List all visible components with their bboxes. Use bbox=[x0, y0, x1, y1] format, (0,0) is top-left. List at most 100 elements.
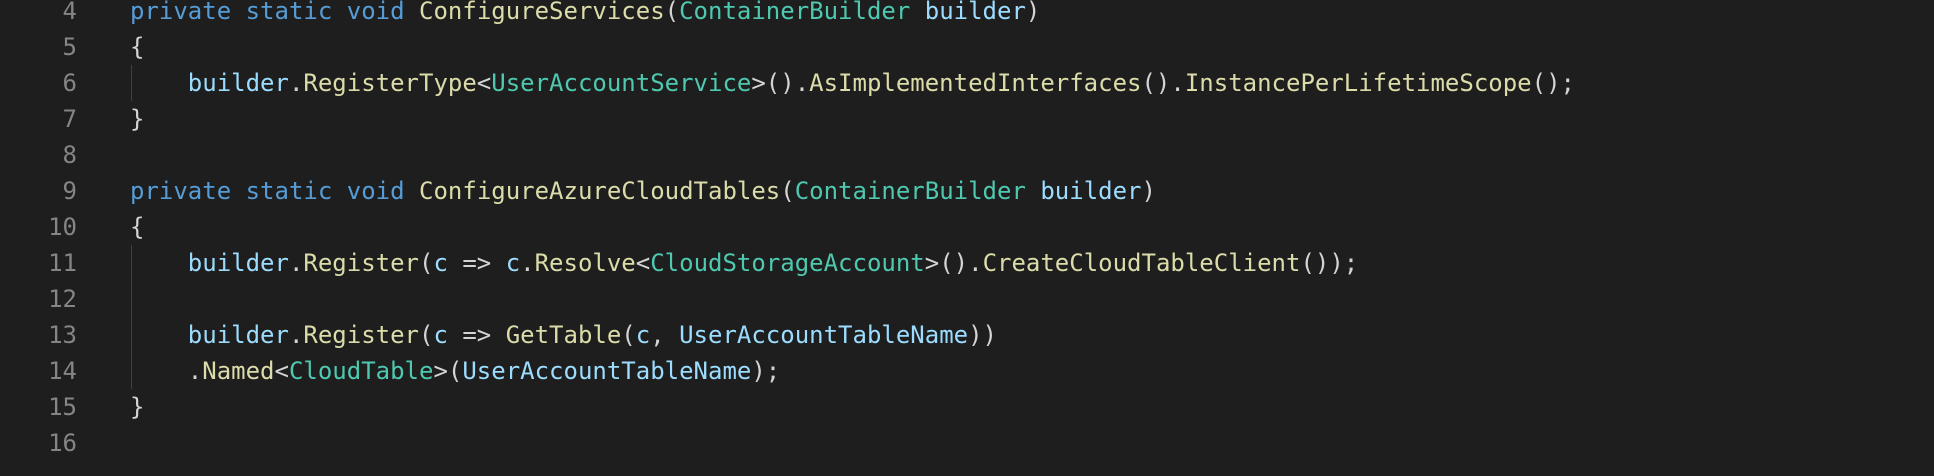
code-token-punct: ()); bbox=[1300, 249, 1359, 277]
code-token-punct: ( bbox=[664, 0, 680, 25]
code-token-punct bbox=[332, 177, 346, 205]
line-number: 10 bbox=[48, 213, 77, 241]
code-token-type: CloudTable bbox=[288, 357, 434, 385]
line-content: builder.Register(c => c.Resolve<CloudSto… bbox=[130, 245, 1358, 281]
code-token-punct: } bbox=[130, 393, 145, 421]
code-token-method: CreateCloudTableClient bbox=[982, 249, 1301, 277]
code-token-punct: (); bbox=[1531, 69, 1575, 97]
code-token-param: builder bbox=[187, 249, 289, 277]
code-token-punct bbox=[231, 0, 245, 25]
code-line[interactable]: 6 builder.RegisterType<UserAccountServic… bbox=[0, 65, 1934, 101]
code-token-punct: )) bbox=[968, 321, 997, 349]
code-line[interactable]: 15} bbox=[0, 389, 1934, 425]
code-token-method: RegisterType bbox=[303, 69, 477, 97]
code-token-keyword: private bbox=[130, 177, 232, 205]
line-content: { bbox=[130, 209, 144, 245]
code-token-type: UserAccountService bbox=[491, 69, 752, 97]
code-token-punct: ( bbox=[621, 321, 636, 349]
code-token-punct: } bbox=[130, 105, 145, 133]
line-number: 6 bbox=[62, 69, 77, 97]
code-line[interactable]: 11 builder.Register(c => c.Resolve<Cloud… bbox=[0, 245, 1934, 281]
code-token-param: UserAccountTableName bbox=[462, 357, 752, 385]
code-token-operator: => bbox=[447, 249, 506, 277]
code-token-punct: < bbox=[274, 357, 289, 385]
code-line[interactable]: 8 bbox=[0, 137, 1934, 173]
code-token-punct bbox=[332, 0, 346, 25]
code-line[interactable]: 10 { bbox=[0, 209, 1934, 245]
line-number: 4 bbox=[62, 0, 77, 25]
code-token-keyword: static bbox=[245, 177, 333, 205]
code-token-param: builder bbox=[1040, 177, 1142, 205]
code-line[interactable]: 9 private static void ConfigureAzureCloud… bbox=[0, 173, 1934, 209]
line-number: 7 bbox=[62, 105, 77, 133]
code-token-punct: (). bbox=[1141, 69, 1185, 97]
line-content: } bbox=[130, 101, 144, 137]
code-token-punct: >( bbox=[433, 357, 463, 385]
code-token-param: builder bbox=[187, 69, 289, 97]
line-number: 5 bbox=[62, 33, 77, 61]
code-line[interactable]: 14 .Named<CloudTable>(UserAccountTableNa… bbox=[0, 353, 1934, 389]
code-token-punct: < bbox=[635, 249, 651, 277]
line-number: 16 bbox=[48, 429, 77, 457]
code-line[interactable]: 4 private static void ConfigureServices(C… bbox=[0, 0, 1934, 29]
code-token-punct bbox=[405, 0, 419, 25]
code-token-keyword: private bbox=[130, 0, 232, 25]
code-token-method: Register bbox=[303, 321, 419, 349]
code-token-keyword: void bbox=[346, 0, 405, 25]
line-number: 14 bbox=[48, 357, 77, 385]
code-token-punct: ( bbox=[419, 249, 434, 277]
code-token-punct bbox=[231, 177, 245, 205]
code-token-punct bbox=[1026, 177, 1040, 205]
code-token-punct: ( bbox=[419, 321, 434, 349]
code-token-method: Register bbox=[303, 249, 419, 277]
code-token-punct: < bbox=[476, 69, 492, 97]
line-number: 11 bbox=[48, 249, 77, 277]
line-number: 15 bbox=[48, 393, 77, 421]
code-token-method: GetTable bbox=[505, 321, 622, 349]
code-token-type: ContainerBuilder bbox=[679, 0, 911, 25]
code-token-punct: ( bbox=[780, 177, 795, 205]
code-token-punct: . bbox=[288, 69, 304, 97]
code-token-punct: { bbox=[130, 213, 145, 241]
code-token-punct: ) bbox=[1025, 0, 1041, 25]
code-token-punct bbox=[130, 69, 188, 97]
line-content: .Named<CloudTable>(UserAccountTableName)… bbox=[130, 353, 780, 389]
code-token-punct: . bbox=[520, 249, 535, 277]
code-token-keyword: static bbox=[245, 0, 333, 25]
code-line[interactable]: 13 builder.Register(c => GetTable(c, Use… bbox=[0, 317, 1934, 353]
code-token-punct: >(). bbox=[751, 69, 810, 97]
code-token-type: ContainerBuilder bbox=[794, 177, 1026, 205]
code-token-method: ConfigureServices bbox=[419, 0, 665, 25]
code-token-punct bbox=[910, 0, 924, 25]
code-line[interactable]: 16 bbox=[0, 425, 1934, 461]
code-token-punct bbox=[405, 177, 419, 205]
line-number: 9 bbox=[62, 177, 77, 205]
line-content: builder.Register(c => GetTable(c, UserAc… bbox=[130, 317, 997, 353]
line-number: 12 bbox=[48, 285, 77, 313]
code-token-punct bbox=[130, 321, 188, 349]
code-token-punct: . bbox=[288, 321, 304, 349]
code-editor[interactable]: 4 private static void ConfigureServices(C… bbox=[0, 0, 1934, 461]
line-content: } bbox=[130, 389, 144, 425]
line-number: 8 bbox=[62, 141, 77, 169]
code-token-punct bbox=[130, 249, 188, 277]
line-content: private static void ConfigureServices(Co… bbox=[130, 0, 1040, 29]
code-token-method: ConfigureAzureCloudTables bbox=[419, 177, 781, 205]
code-token-keyword: void bbox=[346, 177, 405, 205]
code-line[interactable]: 7} bbox=[0, 101, 1934, 137]
code-token-method: Named bbox=[202, 357, 275, 385]
code-token-punct: , bbox=[650, 321, 680, 349]
line-content: builder.RegisterType<UserAccountService>… bbox=[130, 65, 1575, 101]
code-token-punct: . bbox=[288, 249, 304, 277]
code-line[interactable]: 12 bbox=[0, 281, 1934, 317]
code-token-method: Resolve bbox=[534, 249, 636, 277]
code-line[interactable]: 5{ bbox=[0, 29, 1934, 65]
code-token-param: c bbox=[433, 321, 448, 349]
code-token-method: InstancePerLifetimeScope bbox=[1184, 69, 1532, 97]
code-token-operator: => bbox=[447, 321, 506, 349]
line-content: private static void ConfigureAzureCloudT… bbox=[130, 173, 1156, 209]
code-token-punct: ) bbox=[1141, 177, 1156, 205]
code-token-param: builder bbox=[187, 321, 289, 349]
code-token-punct bbox=[130, 357, 188, 385]
line-number: 13 bbox=[48, 321, 77, 349]
